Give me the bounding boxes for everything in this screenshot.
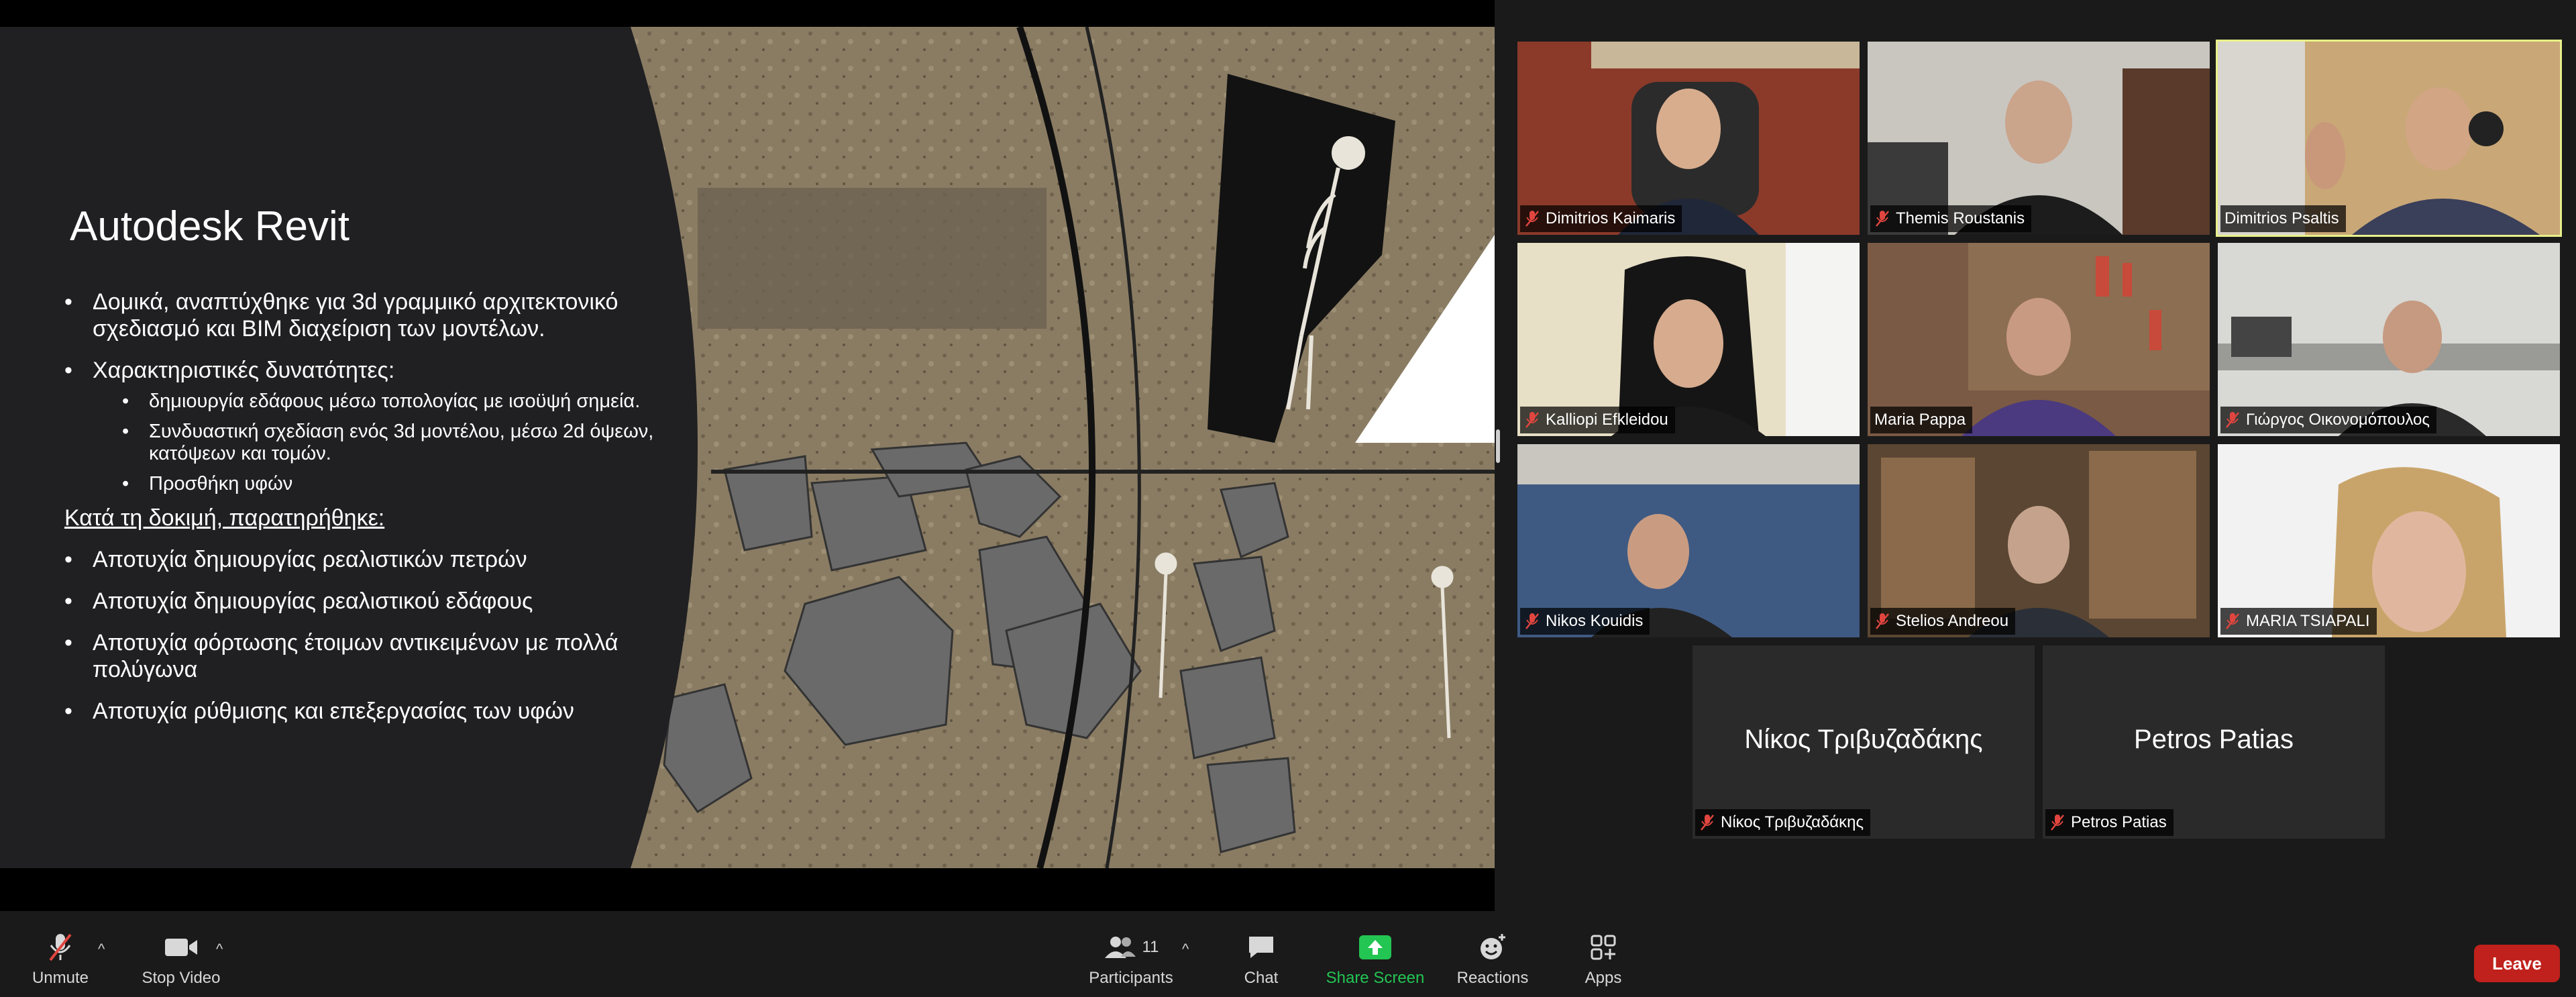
participant-name-tag: Petros Patias bbox=[2045, 809, 2174, 836]
participants-label: Participants bbox=[1089, 969, 1173, 987]
mic-muted-icon bbox=[2051, 815, 2064, 831]
video-tile-active-speaker[interactable]: Dimitrios Psaltis bbox=[2216, 40, 2562, 237]
bullet-item: Αποτυχία δημιουργίας ρεαλιστικού εδάφους bbox=[64, 588, 682, 615]
mic-muted-icon bbox=[1701, 815, 1714, 831]
participant-name-tag: MARIA TSIAPALI bbox=[2220, 608, 2377, 635]
chat-label: Chat bbox=[1244, 969, 1279, 987]
leave-button[interactable]: Leave bbox=[2474, 945, 2560, 982]
mic-muted-icon bbox=[2226, 412, 2239, 428]
chat-bubble-icon bbox=[1249, 937, 1273, 958]
share-screen-button[interactable]: Share Screen bbox=[1322, 931, 1429, 993]
participant-name-tag: Dimitrios Psaltis bbox=[2220, 205, 2346, 232]
participant-display-name: Petros Patias bbox=[2134, 725, 2294, 754]
slide-title: Autodesk Revit bbox=[70, 203, 350, 250]
video-tile[interactable]: Nikos Kouidis bbox=[1517, 444, 1860, 637]
participant-name-tag: Dimitrios Kaimaris bbox=[1520, 205, 1682, 232]
participant-name-tag: Νίκος Τριβυζαδάκης bbox=[1695, 809, 1871, 836]
sub-bullet-item: Συνδυαστική σχεδίαση ενός 3d μοντέλου, μ… bbox=[64, 421, 682, 465]
shared-screen: Autodesk Revit Δομικά, αναπτύχθηκε για 3… bbox=[0, 0, 1500, 911]
video-tile[interactable]: Kalliopi Efkleidou bbox=[1517, 243, 1860, 436]
apps-label: Apps bbox=[1585, 969, 1622, 987]
mic-muted-icon bbox=[1525, 412, 1539, 428]
unmute-label: Unmute bbox=[32, 969, 89, 987]
participant-name: Dimitrios Kaimaris bbox=[1546, 209, 1676, 227]
video-tile[interactable]: MARIA TSIAPALI bbox=[2218, 444, 2560, 637]
stop-video-label: Stop Video bbox=[142, 969, 221, 987]
smiley-add-icon bbox=[1481, 934, 1505, 959]
participant-name: Stelios Andreou bbox=[1896, 612, 2009, 630]
participant-name: Dimitrios Psaltis bbox=[2224, 209, 2339, 227]
video-tile[interactable]: Dimitrios Kaimaris bbox=[1517, 42, 1860, 235]
bullet-item: Χαρακτηριστικές δυνατότητες: bbox=[64, 357, 682, 384]
sub-bullet-item: Προσθήκη υφών bbox=[64, 473, 682, 495]
video-tile[interactable]: Themis Roustanis bbox=[1868, 42, 2210, 235]
presentation-slide: Autodesk Revit Δομικά, αναπτύχθηκε για 3… bbox=[0, 27, 1495, 868]
participant-name-tag: Maria Pappa bbox=[1870, 407, 1973, 433]
unmute-button[interactable]: Unmute bbox=[27, 931, 94, 993]
participant-name: Nikos Kouidis bbox=[1546, 612, 1644, 630]
video-tile[interactable]: Stelios Andreou bbox=[1868, 444, 2210, 637]
slide-subheading: Κατά τη δοκιμή, παρατηρήθηκε: bbox=[64, 505, 385, 531]
video-tile[interactable]: Γιώργος Οικονομόπουλος bbox=[2218, 243, 2560, 436]
participant-display-name: Νίκος Τριβυζαδάκης bbox=[1744, 725, 1983, 754]
slide-text-panel: Autodesk Revit Δομικά, αναπτύχθηκε για 3… bbox=[0, 27, 711, 868]
video-tile-camera-off[interactable]: Νίκος Τριβυζαδάκης Νίκος Τριβυζαδάκης bbox=[1693, 645, 2035, 839]
chat-button[interactable]: Chat bbox=[1228, 931, 1295, 993]
participants-options-chevron-icon[interactable]: ^ bbox=[1182, 941, 1189, 958]
mic-muted-icon bbox=[2226, 613, 2239, 629]
bullet-item: Αποτυχία ρύθμισης και επεξεργασίας των υ… bbox=[64, 698, 682, 725]
participant-name-tag: Stelios Andreou bbox=[1870, 608, 2016, 635]
reactions-button[interactable]: Reactions bbox=[1449, 931, 1536, 993]
microphone-muted-icon bbox=[49, 933, 72, 961]
meeting-toolbar: Unmute ^ Stop Video ^ 11 Participants ^ … bbox=[0, 911, 2576, 997]
bullet-item: Αποτυχία φόρτωσης έτοιμων αντικειμένων μ… bbox=[64, 629, 682, 683]
slide-bullets: Δομικά, αναπτύχθηκε για 3d γραμμικό αρχι… bbox=[64, 288, 682, 739]
video-tile-camera-off[interactable]: Petros Patias Petros Patias bbox=[2043, 645, 2385, 839]
participant-name-tag: Nikos Kouidis bbox=[1520, 608, 1650, 635]
mic-muted-icon bbox=[1525, 613, 1539, 629]
participant-name: Γιώργος Οικονομόπουλος bbox=[2246, 411, 2430, 429]
participant-name-tag: Themis Roustanis bbox=[1870, 205, 2032, 232]
bullet-item: Δομικά, αναπτύχθηκε για 3d γραμμικό αρχι… bbox=[64, 288, 682, 342]
reactions-label: Reactions bbox=[1456, 969, 1529, 987]
stop-video-button[interactable]: Stop Video bbox=[134, 931, 228, 993]
participant-name: MARIA TSIAPALI bbox=[2246, 612, 2370, 630]
participant-count: 11 bbox=[1142, 938, 1159, 956]
participant-name-tag: Kalliopi Efkleidou bbox=[1520, 407, 1675, 433]
video-options-chevron-icon[interactable]: ^ bbox=[216, 941, 223, 958]
video-camera-icon bbox=[165, 939, 197, 956]
mic-muted-icon bbox=[1876, 613, 1889, 629]
participant-name: Maria Pappa bbox=[1874, 411, 1966, 429]
share-screen-label: Share Screen bbox=[1326, 969, 1425, 987]
mic-muted-icon bbox=[1525, 211, 1539, 227]
participant-name: Kalliopi Efkleidou bbox=[1546, 411, 1668, 429]
participants-icon bbox=[1104, 937, 1136, 958]
participant-name: Petros Patias bbox=[2071, 813, 2167, 831]
share-screen-icon bbox=[1359, 935, 1391, 959]
apps-icon bbox=[1591, 935, 1616, 960]
audio-options-chevron-icon[interactable]: ^ bbox=[98, 941, 105, 958]
sub-bullet-item: δημιουργία εδάφους μέσω τοπολογίας με ισ… bbox=[64, 390, 682, 413]
mic-muted-icon bbox=[1876, 211, 1889, 227]
participant-name: Νίκος Τριβυζαδάκης bbox=[1721, 813, 1864, 831]
participant-name: Themis Roustanis bbox=[1896, 209, 2025, 227]
video-tile[interactable]: Maria Pappa bbox=[1868, 243, 2210, 436]
bullet-item: Αποτυχία δημιουργίας ρεαλιστικών πετρών bbox=[64, 546, 682, 573]
participants-button[interactable]: 11 Participants bbox=[1084, 931, 1178, 993]
apps-button[interactable]: Apps bbox=[1570, 931, 1637, 993]
participant-name-tag: Γιώργος Οικονομόπουλος bbox=[2220, 407, 2436, 433]
share-splitter-handle[interactable] bbox=[1496, 429, 1500, 463]
